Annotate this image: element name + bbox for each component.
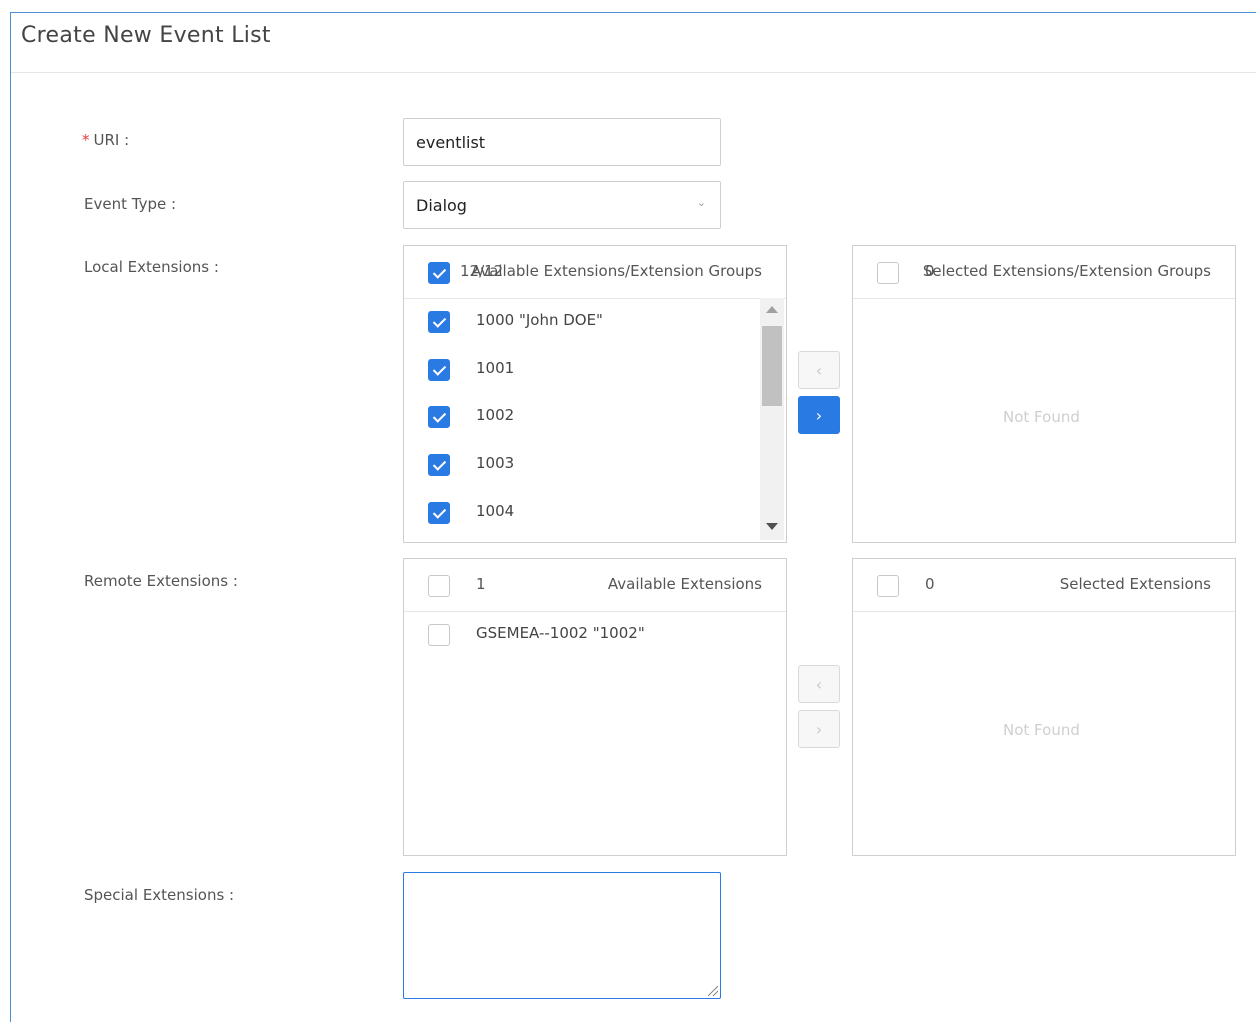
remote-extensions-label: Remote Extensions : xyxy=(84,572,238,590)
item-label: 1000 "John DOE" xyxy=(476,311,603,329)
event-type-value: Dialog xyxy=(416,195,467,215)
uri-input-value: eventlist xyxy=(416,132,486,152)
remote-selected-title: Selected Extensions xyxy=(1059,575,1211,593)
remote-available-select-all-checkbox[interactable] xyxy=(428,575,450,597)
uri-input[interactable]: eventlist xyxy=(403,118,721,166)
local-available-title: Available Extensions/Extension Groups xyxy=(470,262,762,280)
remote-selected-count: 0 xyxy=(925,575,935,593)
local-selected-empty-text: Not Found xyxy=(1003,408,1080,426)
special-extensions-label: Special Extensions : xyxy=(84,886,235,904)
local-selected-select-all-checkbox[interactable] xyxy=(877,262,899,284)
item-checkbox[interactable] xyxy=(428,406,450,428)
item-label: 1004 xyxy=(476,502,515,520)
item-label: 1003 xyxy=(476,454,515,472)
remote-available-count: 1 xyxy=(476,575,486,593)
item-label: 1001 xyxy=(476,359,515,377)
remote-available-list: 1 Available Extensions GSEMEA--1002 "100… xyxy=(403,558,787,856)
remote-move-right-button[interactable]: › xyxy=(798,710,840,748)
scroll-down-icon[interactable] xyxy=(766,523,778,530)
chevron-left-icon: ‹ xyxy=(815,360,823,380)
item-checkbox[interactable] xyxy=(428,311,450,333)
event-type-select[interactable]: Dialog ⌄ xyxy=(403,181,721,229)
item-checkbox[interactable] xyxy=(428,502,450,524)
chevron-down-icon: ⌄ xyxy=(696,196,706,209)
item-checkbox[interactable] xyxy=(428,624,450,646)
local-extensions-label: Local Extensions : xyxy=(84,258,219,276)
local-available-list: 12/12 Available Extensions/Extension Gro… xyxy=(403,245,787,543)
item-label: GSEMEA--1002 "1002" xyxy=(476,624,645,642)
remote-selected-list: 0 Selected Extensions Not Found xyxy=(852,558,1236,856)
local-available-header: 12/12 Available Extensions/Extension Gro… xyxy=(404,246,786,299)
local-selected-list: 0 Selected Extensions/Extension Groups N… xyxy=(852,245,1236,543)
chevron-right-icon: › xyxy=(815,405,823,425)
item-label: 1002 xyxy=(476,406,515,424)
resize-handle-icon[interactable] xyxy=(708,986,718,996)
remote-available-header: 1 Available Extensions xyxy=(404,559,786,612)
local-available-scrollbar[interactable] xyxy=(760,298,784,540)
local-selected-header: 0 Selected Extensions/Extension Groups xyxy=(853,246,1235,299)
remote-move-left-button[interactable]: ‹ xyxy=(798,665,840,703)
item-checkbox[interactable] xyxy=(428,359,450,381)
chevron-right-icon: › xyxy=(815,719,823,739)
page-title: Create New Event List xyxy=(21,23,271,48)
panel-header: Create New Event List xyxy=(11,13,1256,73)
special-extensions-textarea[interactable] xyxy=(403,872,721,999)
uri-label: * URI : xyxy=(82,131,130,149)
local-move-left-button[interactable]: ‹ xyxy=(798,351,840,389)
local-move-right-button[interactable]: › xyxy=(798,396,840,434)
chevron-left-icon: ‹ xyxy=(815,674,823,694)
required-mark: * xyxy=(82,131,90,149)
remote-selected-empty-text: Not Found xyxy=(1003,721,1080,739)
remote-available-title: Available Extensions xyxy=(607,575,762,593)
scroll-thumb[interactable] xyxy=(762,326,782,406)
item-checkbox[interactable] xyxy=(428,454,450,476)
remote-selected-select-all-checkbox[interactable] xyxy=(877,575,899,597)
local-selected-title: Selected Extensions/Extension Groups xyxy=(922,262,1211,280)
scroll-up-icon[interactable] xyxy=(766,306,778,313)
event-type-label: Event Type : xyxy=(84,195,177,213)
local-available-select-all-checkbox[interactable] xyxy=(428,262,450,284)
remote-selected-header: 0 Selected Extensions xyxy=(853,559,1235,612)
